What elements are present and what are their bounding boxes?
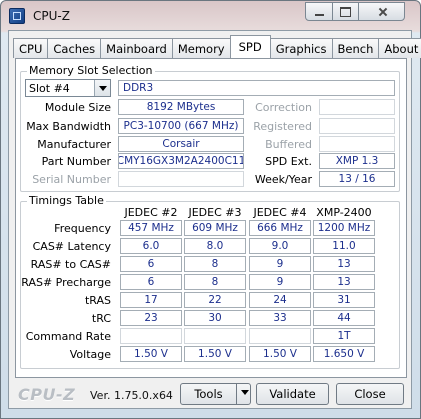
tab-graphics[interactable]: Graphics	[269, 38, 333, 58]
tab-bench[interactable]: Bench	[331, 38, 380, 58]
memory-slot-group-title: Memory Slot Selection	[27, 64, 155, 77]
tab-spd[interactable]: SPD	[229, 35, 271, 58]
title-bar[interactable]: CPU-Z	[1, 1, 420, 31]
tab-mainboard[interactable]: Mainboard	[100, 38, 173, 58]
timings-column-header: JEDEC #3	[188, 206, 242, 219]
timings-cell: 9.0	[249, 238, 311, 254]
part-number-label: Part Number	[41, 155, 111, 168]
spd-ext-label: SPD Ext.	[265, 155, 312, 168]
week-year-label: Week/Year	[254, 173, 312, 186]
tab-memory[interactable]: Memory	[171, 38, 231, 58]
timings-row-label: RAS# Precharge	[21, 276, 111, 289]
manufacturer-value: Corsair	[118, 136, 244, 152]
timings-cell: 13	[313, 274, 375, 290]
timings-row-label: tRC	[91, 312, 111, 325]
timings-column-header: XMP-2400	[316, 206, 372, 219]
timings-cell: 8.0	[184, 238, 246, 254]
buffered-value	[319, 136, 395, 152]
module-size-value: 8192 MBytes	[118, 99, 244, 115]
validate-button[interactable]: Validate	[256, 383, 329, 405]
timings-cell: 31	[313, 292, 375, 308]
timings-cell: 17	[120, 292, 182, 308]
timings-row-label: RAS# to CAS#	[30, 258, 111, 271]
tab-caches[interactable]: Caches	[47, 38, 102, 58]
part-number-value: CMY16GX3M2A2400C11	[118, 153, 244, 169]
timings-cell	[249, 328, 311, 344]
maximize-button[interactable]	[332, 2, 359, 21]
tab-about[interactable]: About	[378, 38, 421, 58]
timings-cell: 1200 MHz	[313, 220, 375, 236]
timings-row-label: Voltage	[69, 348, 111, 361]
version-label: Ver. 1.75.0.x64	[90, 389, 173, 402]
timings-column-header: JEDEC #2	[124, 206, 178, 219]
timings-cell: 1.650 V	[313, 346, 375, 362]
slot-select[interactable]: Slot #4	[25, 79, 111, 97]
timings-row-label: Frequency	[54, 222, 111, 235]
module-size-label: Module Size	[44, 101, 111, 114]
week-year-value: 13 / 16	[319, 171, 395, 187]
manufacturer-label: Manufacturer	[37, 138, 111, 151]
tools-button[interactable]: Tools	[180, 383, 237, 405]
timings-cell: 33	[249, 310, 311, 326]
cpuz-app-icon	[9, 8, 25, 24]
timings-row-label: Command Rate	[25, 330, 111, 343]
close-window-button[interactable]	[358, 2, 405, 21]
cpuz-logo: CPU-Z	[18, 385, 76, 404]
memory-type-field: DDR3	[118, 80, 395, 96]
buffered-label: Buffered	[265, 138, 312, 151]
registered-value	[319, 118, 395, 134]
timings-cell: 1.50 V	[184, 346, 246, 362]
minimize-button[interactable]	[305, 2, 333, 21]
spd-ext-value: XMP 1.3	[319, 153, 395, 169]
timings-cell: 24	[249, 292, 311, 308]
timings-cell: 9	[249, 274, 311, 290]
timings-cell: 457 MHz	[120, 220, 182, 236]
registered-label: Registered	[253, 120, 312, 133]
timings-cell: 44	[313, 310, 375, 326]
timings-cell: 1.50 V	[249, 346, 311, 362]
timings-column-header: JEDEC #4	[253, 206, 307, 219]
tools-dropdown-chevron-icon[interactable]	[236, 383, 251, 405]
timings-cell	[120, 328, 182, 344]
timings-cell: 8	[184, 256, 246, 272]
timings-cell: 11.0	[313, 238, 375, 254]
serial-number-value	[118, 171, 244, 187]
timings-cell: 1.50 V	[120, 346, 182, 362]
timings-cell: 1T	[313, 328, 375, 344]
correction-value	[319, 99, 395, 115]
timings-cell: 23	[120, 310, 182, 326]
timings-cell: 13	[313, 256, 375, 272]
timings-cell: 6	[120, 274, 182, 290]
max-bandwidth-label: Max Bandwidth	[26, 120, 111, 133]
tab-cpu[interactable]: CPU	[13, 38, 49, 58]
timings-cell: 30	[184, 310, 246, 326]
timings-cell: 22	[184, 292, 246, 308]
max-bandwidth-value: PC3-10700 (667 MHz)	[118, 118, 244, 134]
serial-number-label: Serial Number	[32, 173, 111, 186]
timings-cell	[184, 328, 246, 344]
timings-cell: 9	[249, 256, 311, 272]
timings-cell: 6.0	[120, 238, 182, 254]
timings-row-label: tRAS	[84, 294, 111, 307]
close-button[interactable]: Close	[336, 383, 404, 405]
correction-label: Correction	[255, 101, 312, 114]
timings-cell: 6	[120, 256, 182, 272]
chevron-down-icon[interactable]	[94, 80, 110, 96]
timings-cell: 609 MHz	[184, 220, 246, 236]
timings-cell: 8	[184, 274, 246, 290]
timings-group-title: Timings Table	[27, 194, 106, 207]
window-title: CPU-Z	[33, 9, 70, 23]
timings-row-label: CAS# Latency	[32, 240, 111, 253]
timings-cell: 666 MHz	[249, 220, 311, 236]
slot-select-value: Slot #4	[29, 81, 70, 95]
tab-bar: CPU Caches Mainboard Memory SPD Graphics…	[13, 35, 421, 59]
